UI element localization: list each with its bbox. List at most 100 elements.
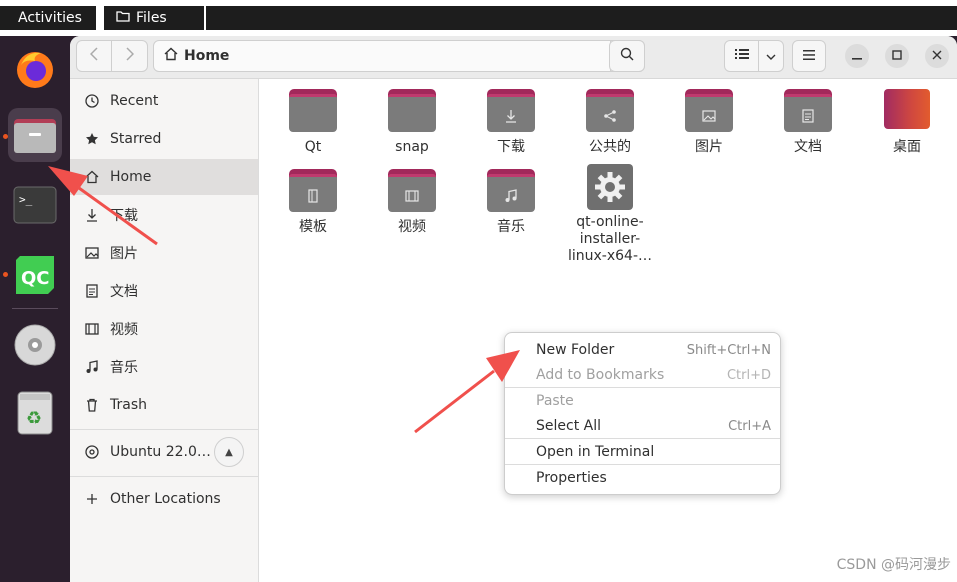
sidebar-item-downloads[interactable]: 下载 (70, 197, 258, 233)
file-item[interactable]: 桌面 (862, 89, 952, 156)
disc-icon (84, 444, 100, 460)
share-folder-icon (586, 89, 634, 133)
dvd-icon[interactable] (8, 318, 62, 372)
eject-icon: ▲ (225, 446, 233, 458)
sidebar-item-music[interactable]: 音乐 (70, 349, 258, 385)
menu-item-select-all[interactable]: Select All Ctrl+A (505, 413, 780, 439)
sidebar-item-other-locations[interactable]: Other Locations (70, 481, 258, 517)
menu-item-open-in-terminal[interactable]: Open in Terminal (505, 439, 780, 465)
list-view-icon (734, 48, 749, 64)
files-icon[interactable] (8, 108, 62, 162)
folder-icon (388, 89, 436, 133)
back-button[interactable] (77, 41, 113, 71)
sidebar-item-home[interactable]: Home (70, 159, 258, 195)
search-button[interactable] (609, 40, 645, 72)
maximize-icon (892, 49, 902, 63)
folder-icon (289, 89, 337, 133)
minimize-icon (852, 49, 862, 63)
image-folder-icon (685, 89, 733, 133)
search-icon (620, 47, 634, 65)
menu-item-properties[interactable]: Properties (505, 465, 780, 491)
hamburger-icon (803, 48, 815, 64)
header-bar: Home (70, 36, 957, 79)
sidebar-item-trash[interactable]: Trash (70, 387, 258, 423)
terminal-icon[interactable]: >_ (8, 178, 62, 232)
file-name: snap (395, 139, 429, 155)
sidebar-item-pictures[interactable]: 图片 (70, 235, 258, 271)
menu-item-new-folder[interactable]: New Folder Shift+Ctrl+N (505, 337, 780, 363)
template-folder-icon (289, 169, 337, 213)
dock: >_ QC ♻ (0, 36, 70, 582)
path-bar[interactable]: Home (153, 40, 645, 72)
close-button[interactable] (925, 44, 949, 68)
download-folder-icon (487, 89, 535, 133)
star-icon (84, 131, 100, 147)
video-folder-icon (388, 169, 436, 213)
file-name: 模板 (299, 219, 327, 235)
eject-button[interactable]: ▲ (214, 437, 244, 467)
chevron-left-icon (89, 47, 98, 65)
music-folder-icon (487, 169, 535, 213)
sidebar-item-documents[interactable]: 文档 (70, 273, 258, 309)
app-menu[interactable]: Files (104, 6, 204, 30)
svg-text:♻: ♻ (26, 408, 42, 429)
top-bar: Activities Files (0, 0, 957, 36)
breadcrumb[interactable]: Home (154, 47, 229, 65)
watermark: CSDN @码河漫步 (836, 557, 951, 573)
files-window: Home Recent Starred Home 下载 图片 文档 视频 音乐 … (70, 36, 957, 582)
file-item[interactable]: 公共的 (565, 89, 655, 156)
trash-icon[interactable]: ♻ (8, 386, 62, 440)
file-name: 文档 (794, 139, 822, 155)
sidebar-item-videos[interactable]: 视频 (70, 311, 258, 347)
music-icon (84, 359, 100, 375)
home-icon (84, 169, 100, 185)
sidebar-item-recent[interactable]: Recent (70, 83, 258, 119)
file-item[interactable]: 文档 (763, 89, 853, 156)
top-bar-fill (206, 6, 957, 30)
main-menu-button[interactable] (792, 40, 826, 72)
view-toggle (724, 40, 784, 72)
document-icon (84, 283, 100, 299)
svg-text:QC: QC (21, 268, 50, 289)
document-folder-icon (784, 89, 832, 133)
file-item[interactable]: snap (367, 89, 457, 156)
file-name: 图片 (695, 139, 723, 155)
view-options-button[interactable] (759, 41, 783, 71)
clock-icon (84, 93, 100, 109)
firefox-icon[interactable] (8, 42, 62, 96)
home-icon (164, 47, 178, 65)
file-item[interactable]: 图片 (664, 89, 754, 156)
video-icon (84, 321, 100, 337)
svg-text:>_: >_ (19, 193, 33, 206)
forward-button[interactable] (112, 41, 147, 71)
file-item[interactable]: 视频 (367, 169, 457, 236)
activities-button[interactable]: Activities (0, 6, 96, 30)
context-menu: New Folder Shift+Ctrl+N Add to Bookmarks C… (504, 332, 781, 495)
dock-separator (12, 308, 58, 309)
file-item[interactable]: qt-online- installer- linux-x64-… (565, 164, 655, 265)
file-item[interactable]: 音乐 (466, 169, 556, 236)
plus-icon (84, 491, 100, 507)
chevron-down-icon (766, 48, 776, 64)
file-name: qt-online- installer- linux-x64-… (567, 214, 652, 264)
file-item[interactable]: Qt (268, 89, 358, 156)
sidebar-separator (70, 476, 258, 477)
trash-icon (84, 397, 100, 413)
file-item[interactable]: 下载 (466, 89, 556, 156)
sidebar-item-starred[interactable]: Starred (70, 121, 258, 157)
sidebar: Recent Starred Home 下载 图片 文档 视频 音乐 Trash… (70, 79, 259, 582)
maximize-button[interactable] (885, 44, 909, 68)
download-icon (84, 207, 100, 223)
list-view-button[interactable] (725, 41, 759, 71)
file-name: 下载 (497, 139, 525, 155)
file-name: 视频 (398, 219, 426, 235)
file-name: Qt (304, 139, 322, 155)
file-name: 音乐 (497, 219, 525, 235)
folder-icon (116, 6, 130, 30)
close-icon (932, 49, 942, 63)
minimize-button[interactable] (845, 44, 869, 68)
qt-creator-icon[interactable]: QC (8, 248, 62, 302)
menu-item-paste: Paste (536, 393, 574, 409)
file-item[interactable]: 模板 (268, 169, 358, 236)
chevron-right-icon (125, 47, 134, 65)
